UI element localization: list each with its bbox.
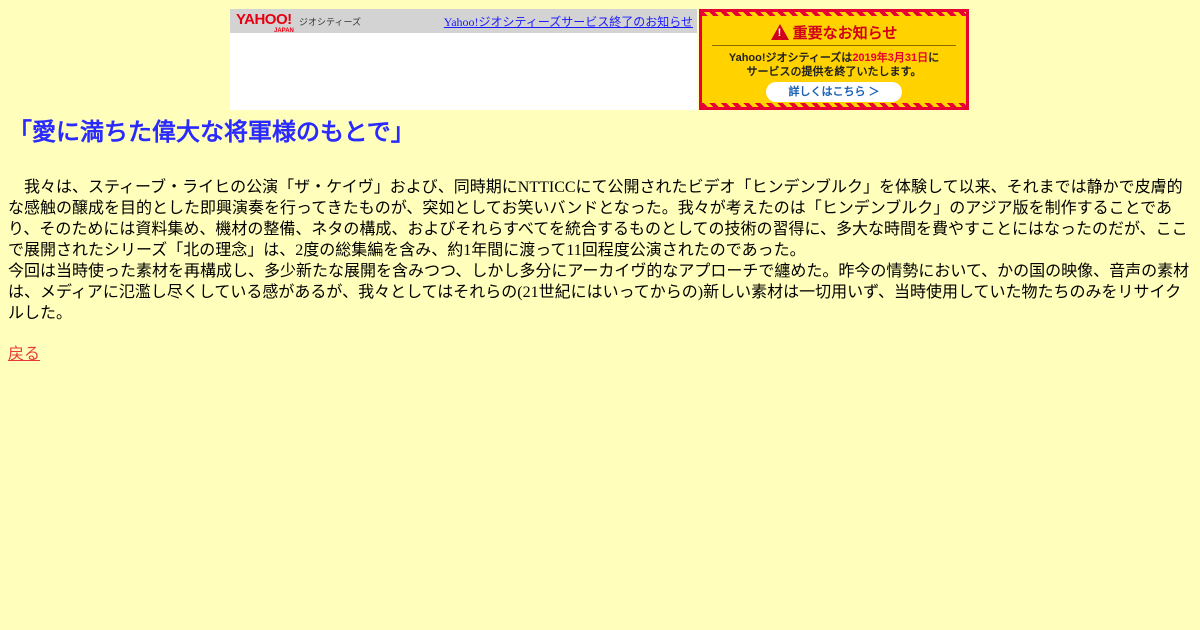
warning-stripe-bottom — [702, 103, 966, 107]
header-strip: YAHOO! JAPAN ジオシティーズ Yahoo!ジオシティーズサービス終了… — [230, 9, 697, 34]
service-end-notice-link[interactable]: Yahoo!ジオシティーズサービス終了のお知らせ — [444, 13, 693, 30]
warning-icon — [770, 24, 789, 40]
paragraph-1: 我々は、スティーブ・ライヒの公演「ザ・ケイヴ」および、同時期にNTTICCにて公… — [8, 179, 1188, 259]
divider — [712, 45, 956, 46]
page-title: 「愛に満ちた偉大な将軍様のもとで」 — [8, 120, 415, 146]
important-notice-title-text: 重要なお知らせ — [792, 25, 898, 42]
yahoo-logo[interactable]: YAHOO! JAPAN — [236, 12, 294, 34]
details-button[interactable]: 詳しくはこちら ＞ — [766, 82, 902, 102]
geocities-header-banner: YAHOO! JAPAN ジオシティーズ Yahoo!ジオシティーズサービス終了… — [230, 9, 697, 110]
important-notice-title: 重要なお知らせ — [702, 22, 966, 43]
notice-line2: サービスの提供を終了いたします。 — [746, 66, 922, 78]
notice-line1-prefix: Yahoo!ジオシティーズは — [728, 52, 853, 64]
back-link[interactable]: 戻る — [8, 340, 40, 364]
important-notice-body: Yahoo!ジオシティーズは2019年3月31日に サービスの提供を終了いたしま… — [702, 51, 966, 79]
paragraph-2: 今回は当時使った素材を再構成し、多少新たな展開を含みつつ、しかし多分にアーカイヴ… — [8, 263, 1190, 322]
notice-end-date: 2019年3月31日 — [852, 52, 929, 64]
page-body: 我々は、スティーブ・ライヒの公演「ザ・ケイヴ」および、同時期にNTTICCにて公… — [8, 177, 1194, 324]
service-name: ジオシティーズ — [299, 17, 362, 27]
important-notice-banner[interactable]: 重要なお知らせ Yahoo!ジオシティーズは2019年3月31日に サービスの提… — [699, 9, 969, 110]
logo-sub-text: JAPAN — [274, 28, 294, 34]
warning-stripe-top — [702, 12, 966, 16]
notice-line1-suffix: に — [928, 52, 940, 64]
